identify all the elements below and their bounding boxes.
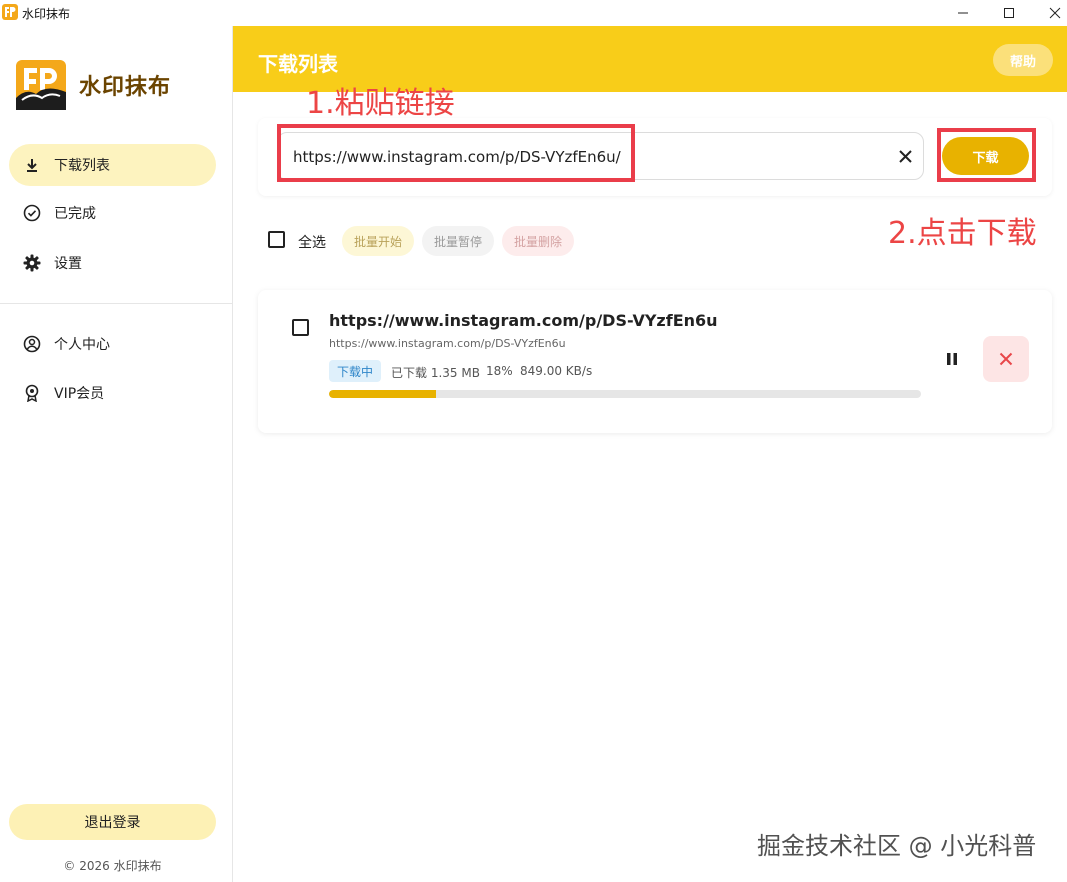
- batch-delete-button[interactable]: 批量删除: [502, 226, 574, 256]
- sidebar-item-completed[interactable]: 已完成: [9, 192, 216, 234]
- clear-icon: [898, 149, 912, 163]
- pause-icon: [947, 353, 957, 365]
- sidebar-item-download-list[interactable]: 下载列表: [9, 144, 216, 186]
- brand-name: 水印抹布: [79, 75, 172, 100]
- window-title: 水印抹布: [22, 7, 71, 21]
- page-title: 下载列表: [258, 52, 338, 76]
- sidebar-item-label: 设置: [54, 256, 82, 272]
- task-checkbox[interactable]: [292, 319, 309, 336]
- status-badge: 下载中: [329, 360, 381, 382]
- annotation-highlight-download: [937, 128, 1036, 182]
- sidebar-item-label: VIP会员: [54, 386, 105, 402]
- check-circle-icon: [23, 204, 41, 222]
- close-window-button[interactable]: [1032, 0, 1067, 26]
- minimize-icon: [958, 12, 968, 14]
- maximize-icon: [1004, 8, 1014, 18]
- delete-task-button[interactable]: [983, 336, 1029, 382]
- gear-icon: [23, 254, 41, 272]
- sidebar-item-label: 已完成: [54, 206, 96, 222]
- help-button[interactable]: 帮助: [993, 44, 1053, 76]
- sidebar-item-settings[interactable]: 设置: [9, 242, 216, 284]
- window-titlebar: 水印抹布: [0, 0, 1067, 26]
- minimize-button[interactable]: [940, 0, 986, 26]
- downloaded-size: 已下载 1.35 MB: [391, 366, 480, 380]
- maximize-button[interactable]: [986, 0, 1032, 26]
- close-icon: [1049, 7, 1061, 19]
- progress-percent: 18%: [486, 364, 513, 378]
- progress-bar-fill: [329, 390, 436, 398]
- download-speed: 849.00 KB/s: [520, 364, 593, 378]
- sidebar: 水印抹布 下载列表 已完成 设置 个人中心 VIP会员 退出登录 © 2026 …: [0, 26, 233, 882]
- task-title: https://www.instagram.com/p/DS-VYzfEn6u: [329, 311, 718, 330]
- logout-button[interactable]: 退出登录: [9, 804, 216, 840]
- annotation-step-2: 2.点击下载: [888, 216, 1037, 251]
- select-all-checkbox[interactable]: [268, 231, 285, 248]
- task-url: https://www.instagram.com/p/DS-VYzfEn6u: [329, 337, 566, 350]
- sidebar-item-vip[interactable]: VIP会员: [9, 372, 216, 414]
- clear-input-button[interactable]: [894, 145, 916, 167]
- brand: 水印抹布: [16, 60, 171, 110]
- annotation-highlight-input: [277, 124, 635, 182]
- user-circle-icon: [23, 335, 41, 353]
- annotation-step-1: 1.粘贴链接: [306, 86, 455, 121]
- watermark-text: 掘金技术社区 @ 小光科普: [757, 832, 1037, 860]
- download-icon: [23, 156, 41, 174]
- select-all-label[interactable]: 全选: [298, 232, 326, 252]
- pause-button[interactable]: [940, 347, 964, 371]
- sidebar-item-label: 下载列表: [54, 158, 110, 174]
- vip-badge-icon: [23, 384, 41, 402]
- progress-bar: [329, 390, 921, 398]
- sidebar-item-label: 个人中心: [54, 337, 110, 353]
- sidebar-divider: [0, 303, 232, 304]
- batch-pause-button[interactable]: 批量暂停: [422, 226, 494, 256]
- sidebar-item-profile[interactable]: 个人中心: [9, 323, 216, 365]
- brand-logo-icon: [16, 60, 66, 110]
- batch-start-button[interactable]: 批量开始: [342, 226, 414, 256]
- close-icon: [999, 352, 1013, 366]
- app-logo-icon: [2, 4, 18, 20]
- copyright-text: © 2026 水印抹布: [63, 859, 162, 873]
